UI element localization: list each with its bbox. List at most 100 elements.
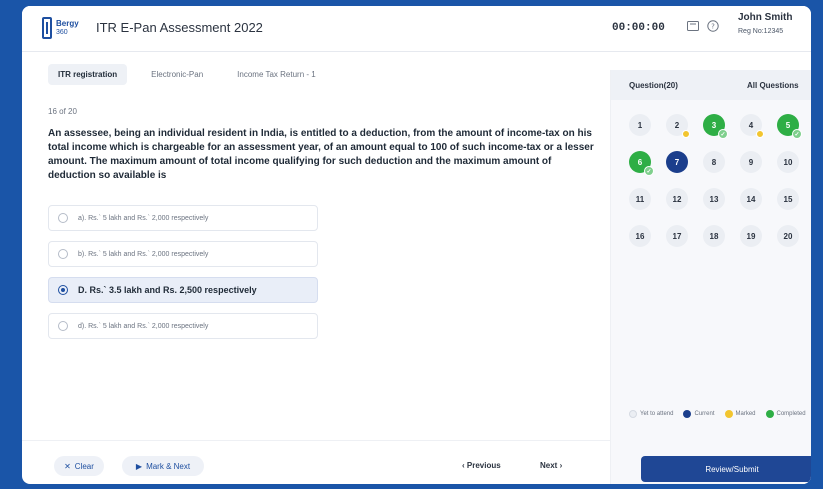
user-reg-no: Reg No:12345 [738,28,784,35]
legend-swatch-icon [629,410,637,418]
page-title: ITR E-Pan Assessment 2022 [96,20,263,35]
section-tabs: ITR registration Electronic-Pan Income T… [48,62,326,86]
legend-label: Yet to attend [640,411,674,417]
question-cell-5[interactable]: 5 ✓ [777,114,802,139]
logo-line2: 360 [56,29,68,36]
question-cell-15[interactable]: 15 [777,188,799,210]
logo-line1: Bergy [56,19,79,28]
all-questions-link[interactable]: All Questions [747,81,799,90]
question-cell-7[interactable]: 7 [666,151,688,173]
question-cell-18[interactable]: 18 [703,225,725,247]
question-number: 19 [746,231,756,241]
play-icon: ▶ [135,461,143,471]
question-number: 3 [711,120,717,130]
question-number: 15 [783,194,793,204]
palette-legend: Yet to attend Current Marked Completed [629,410,809,418]
question-text: An assessee, being an individual residen… [48,128,594,181]
legend-label: Current [694,411,715,417]
question-number: 1 [637,120,643,130]
question-cell-13[interactable]: 13 [703,188,725,210]
chevron-right-icon: › [557,461,563,470]
option-a[interactable]: a). Rs.` 5 lakh and Rs.` 2,000 respectiv… [48,205,318,231]
question-cell-1[interactable]: 1 [629,114,651,136]
palette-question-count: Question(20) [629,81,678,90]
question-cell-17[interactable]: 17 [666,225,688,247]
option-b[interactable]: b). Rs.` 5 lakh and Rs.` 2,000 respectiv… [48,241,318,267]
radio-button[interactable] [58,213,68,223]
svg-text:?: ? [711,23,715,31]
question-number: 14 [746,194,756,204]
option-label: D. Rs.` 3.5 lakh and Rs. 2,500 respectiv… [78,285,257,295]
question-cell-4[interactable]: 4 [740,114,764,138]
radio-button[interactable] [58,321,68,331]
legend-swatch-icon [765,410,774,418]
tab-electronic-pan[interactable]: Electronic-Pan [141,64,213,85]
question-number: 16 [635,231,645,241]
question-footer [22,440,612,484]
question-cell-3[interactable]: 3 ✓ [703,114,728,139]
help-icon[interactable]: ? [706,19,720,33]
question-number: 10 [783,157,793,167]
palette-header: Question(20) All Questions [611,70,811,100]
marked-indicator-icon [756,130,764,138]
question-number: 13 [709,194,719,204]
tab-income-tax-return-1[interactable]: Income Tax Return - 1 [227,64,326,85]
question-cell-2[interactable]: 2 [666,114,690,138]
legend-swatch-icon [683,410,692,418]
radio-button-selected[interactable] [58,285,68,295]
close-icon: ✕ [64,461,71,471]
question-number: 2 [674,120,680,130]
question-counter: 16 of 20 [48,107,77,116]
calculator-icon[interactable] [686,19,700,33]
question-number: 8 [711,157,717,167]
legend-label: Completed [776,411,806,417]
question-number: 9 [748,157,754,167]
option-label: d). Rs.` 5 lakh and Rs.` 2,000 respectiv… [78,322,209,330]
tab-itr-registration[interactable]: ITR registration [48,63,128,85]
question-cell-12[interactable]: 12 [666,188,688,210]
option-label: a). Rs.` 5 lakh and Rs.` 2,000 respectiv… [78,214,209,222]
clear-label: Clear [74,461,94,471]
user-name: John Smith [738,12,793,23]
check-icon: ✓ [718,129,728,139]
question-number: 11 [635,194,645,204]
option-label: b). Rs.` 5 lakh and Rs.` 2,000 respectiv… [78,250,209,258]
question-cell-14[interactable]: 14 [740,188,762,210]
marked-indicator-icon [682,130,690,138]
exam-window: Bergy 360 ITR E-Pan Assessment 2022 00:0… [22,6,811,484]
option-d[interactable]: d). Rs.` 5 lakh and Rs.` 2,000 respectiv… [48,313,318,339]
legend-swatch-icon [724,410,733,418]
legend-item: Completed [765,410,806,418]
question-cell-11[interactable]: 11 [629,188,651,210]
option-c[interactable]: D. Rs.` 3.5 lakh and Rs. 2,500 respectiv… [48,277,318,303]
radio-button[interactable] [58,249,68,259]
check-icon: ✓ [644,166,654,176]
review-submit-button[interactable]: Review/Submit [641,456,811,482]
legend-item: Yet to attend [629,410,673,418]
legend-item: Marked [724,410,756,418]
question-cell-6[interactable]: 6 ✓ [629,151,654,176]
question-cell-20[interactable]: 20 [777,225,799,247]
mark-next-button[interactable]: ▶ Mark & Next [122,456,204,476]
mark-next-label: Mark & Next [146,461,191,471]
header-bar: Bergy 360 ITR E-Pan Assessment 2022 00:0… [22,6,811,52]
question-cell-8[interactable]: 8 [703,151,725,173]
legend-label: Marked [735,411,756,417]
exam-timer: 00:00:00 [612,22,665,34]
question-cell-16[interactable]: 16 [629,225,651,247]
logo-icon [42,17,52,39]
legend-item: Current [683,410,715,418]
previous-button[interactable]: ‹ Previous [462,461,501,470]
question-number: 20 [783,231,793,241]
question-cell-9[interactable]: 9 [740,151,762,173]
question-number: 4 [748,120,754,130]
next-button[interactable]: Next › [540,461,562,470]
clear-button[interactable]: ✕ Clear [54,456,104,476]
question-palette: Question(20) All Questions 1 2 3 ✓ 4 5 ✓ 6 ✓ 7 8 9 1… [610,70,811,484]
question-number: 17 [672,231,682,241]
question-number: 12 [672,194,682,204]
question-number: 7 [674,157,680,167]
question-cell-10[interactable]: 10 [777,151,799,173]
question-cell-19[interactable]: 19 [740,225,762,247]
next-label: Next [540,461,558,470]
